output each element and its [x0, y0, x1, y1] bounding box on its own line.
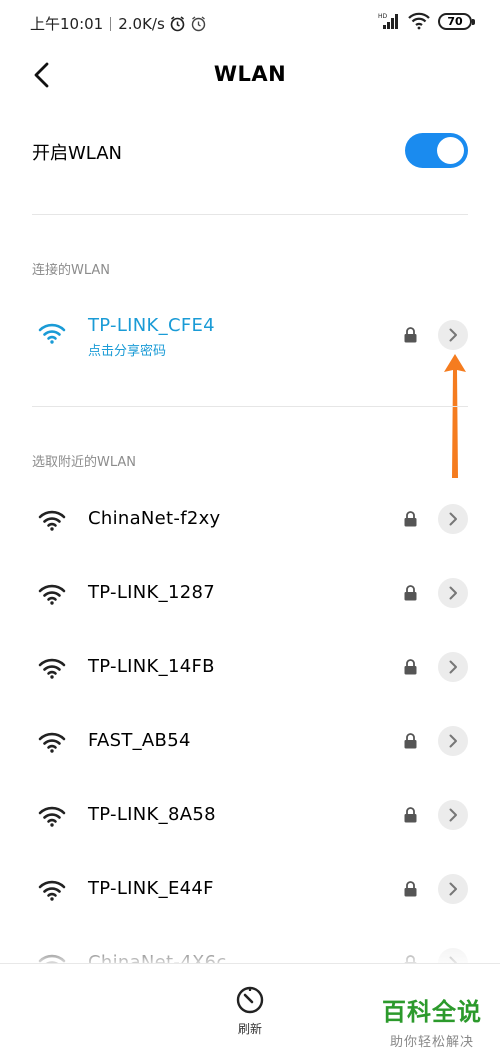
status-time: 上午10:01	[30, 15, 104, 33]
status-left: 上午10:01 2.0K/s	[30, 13, 207, 34]
network-row[interactable]: ChinaNet-f2xy	[0, 482, 500, 556]
battery-level: 70	[447, 14, 463, 28]
divider	[32, 214, 468, 215]
watermark: 百科全说 助你轻松解决	[372, 992, 492, 1050]
page-title: WLAN	[213, 62, 287, 86]
status-divider	[110, 16, 112, 31]
connected-section-label: 连接的WLAN	[32, 263, 111, 278]
network-detail-button[interactable]	[438, 726, 468, 756]
network-detail-button[interactable]	[438, 874, 468, 904]
wifi-signal-icon	[38, 584, 66, 605]
alarm-icon	[191, 16, 205, 32]
network-name: TP-LINK_E44F	[88, 878, 214, 899]
status-bar: 上午10:01 2.0K/s HD 70	[0, 0, 500, 48]
lock-icon	[404, 585, 417, 601]
lock-icon	[404, 881, 417, 897]
network-row[interactable]: TP-LINK_1287	[0, 556, 500, 630]
watermark-title: 百科全说	[382, 998, 482, 1026]
network-detail-button[interactable]	[438, 800, 468, 830]
watermark-subtitle: 助你轻松解决	[389, 1035, 474, 1050]
title-bar: WLAN	[0, 50, 500, 102]
network-name: TP-LINK_8A58	[88, 804, 216, 825]
divider	[32, 406, 468, 407]
network-row[interactable]: TP-LINK_8A58	[0, 778, 500, 852]
network-detail-button[interactable]	[438, 652, 468, 682]
chevron-right-icon	[449, 328, 457, 342]
network-detail-button[interactable]	[438, 578, 468, 608]
chevron-right-icon	[449, 808, 457, 822]
wlan-toggle-row: 开启WLAN	[0, 120, 500, 180]
wifi-signal-icon	[38, 806, 66, 827]
list-fade	[0, 930, 500, 964]
wifi-signal-icon	[38, 880, 66, 901]
chevron-right-icon	[449, 512, 457, 526]
network-row[interactable]: TP-LINK_14FB	[0, 630, 500, 704]
wlan-toggle-label: 开启WLAN	[32, 143, 123, 164]
refresh-button[interactable]: 刷新	[225, 982, 275, 1042]
network-name: TP-LINK_1287	[88, 582, 215, 603]
lock-icon	[404, 327, 417, 343]
lock-icon	[404, 659, 417, 675]
wifi-signal-icon	[38, 732, 66, 753]
lock-icon	[404, 807, 417, 823]
toggle-knob	[437, 137, 464, 164]
network-row[interactable]: TP-LINK_E44F	[0, 852, 500, 926]
network-detail-button[interactable]	[438, 504, 468, 534]
chevron-right-icon	[449, 660, 457, 674]
nearby-section-label: 选取附近的WLAN	[32, 455, 137, 470]
signal-hd-icon: HD	[378, 13, 398, 29]
alarm-icon	[170, 16, 185, 32]
wifi-status-icon	[408, 12, 430, 30]
chevron-right-icon	[449, 586, 457, 600]
connected-network-name: TP-LINK_CFE4	[88, 315, 215, 336]
wifi-signal-icon	[38, 323, 66, 344]
battery-icon: 70	[438, 12, 475, 30]
lock-icon	[404, 511, 417, 527]
refresh-icon	[236, 986, 264, 1014]
wifi-signal-icon	[38, 510, 66, 531]
network-name: TP-LINK_14FB	[88, 656, 215, 677]
connected-network-row[interactable]: TP-LINK_CFE4 点击分享密码	[0, 300, 500, 374]
wifi-signal-icon	[38, 658, 66, 679]
wlan-toggle-switch[interactable]	[405, 133, 468, 168]
network-row[interactable]: FAST_AB54	[0, 704, 500, 778]
refresh-label: 刷新	[237, 1022, 262, 1036]
connected-network-detail-button[interactable]	[438, 320, 468, 350]
annotation-arrow-icon	[444, 354, 466, 478]
chevron-right-icon	[449, 882, 457, 896]
lock-icon	[404, 733, 417, 749]
network-name: ChinaNet-f2xy	[88, 508, 221, 529]
svg-text:HD: HD	[378, 13, 388, 20]
status-right: HD 70	[378, 12, 475, 30]
share-password-link[interactable]: 点击分享密码	[88, 340, 166, 359]
chevron-right-icon	[449, 734, 457, 748]
network-name: FAST_AB54	[88, 730, 191, 751]
network-speed: 2.0K/s	[118, 14, 165, 33]
